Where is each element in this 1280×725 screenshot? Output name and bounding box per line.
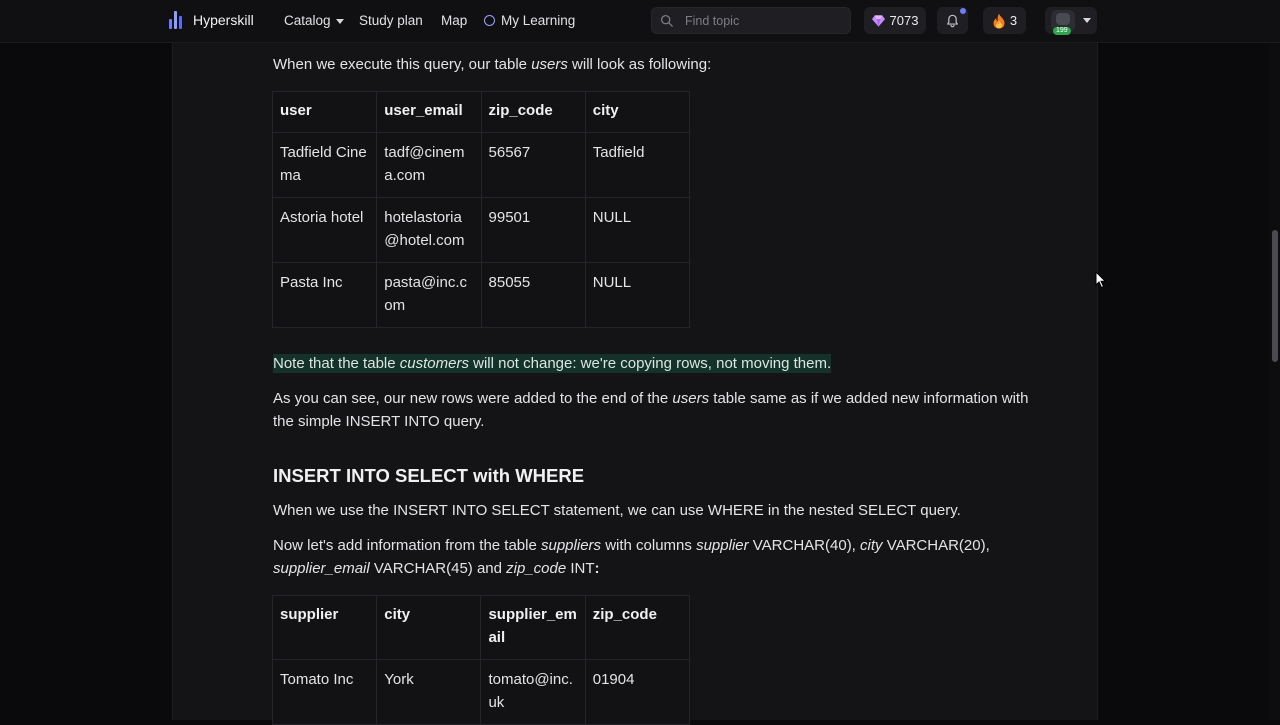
table-header: zip_code	[584, 595, 691, 660]
table-cell: 85055	[480, 262, 586, 328]
chevron-down-icon	[1083, 18, 1091, 23]
added-rows-paragraph: As you can see, our new rows were added …	[273, 387, 1033, 433]
table-row: Tadfield Cinema tadf@cinema.com 56567 Ta…	[271, 132, 691, 198]
gems-count: 7073	[889, 13, 919, 28]
inline-term: city	[860, 537, 883, 554]
nav-map[interactable]: Map	[441, 13, 467, 28]
table-cell: York	[376, 659, 482, 725]
section-heading: INSERT INTO SELECT with WHERE	[273, 465, 585, 486]
avatar-icon: 199	[1051, 9, 1075, 35]
inline-term: zip_code	[506, 560, 567, 577]
intro-table-name: users	[531, 56, 568, 73]
paragraph-table-name: users	[672, 390, 710, 407]
table-header: user_email	[376, 91, 482, 133]
streak-counter[interactable]: 3	[983, 7, 1026, 34]
intro-text: When we execute this query, our table	[273, 56, 532, 73]
nav-my-learning[interactable]: My Learning	[484, 13, 575, 28]
table-cell: Pasta Inc	[271, 262, 378, 328]
paragraph-text: VARCHAR(40),	[748, 537, 861, 554]
profile-menu[interactable]: 199	[1045, 7, 1097, 35]
table-cell: 01904	[584, 659, 691, 725]
table-cell: NULL	[584, 197, 691, 263]
nav-catalog[interactable]: Catalog	[284, 13, 344, 28]
table-header: supplier	[271, 595, 378, 660]
paragraph-text: with columns	[601, 537, 697, 554]
fire-icon	[993, 13, 1005, 28]
search-icon	[660, 14, 673, 27]
paragraph-text: INT	[566, 560, 595, 577]
nav-study-plan[interactable]: Study plan	[359, 13, 423, 28]
paragraph-text: VARCHAR(45) and	[369, 560, 507, 577]
scrollbar-thumb[interactable]	[1272, 230, 1278, 362]
table-cell: Astoria hotel	[271, 197, 378, 263]
table-header: zip_code	[480, 91, 586, 133]
table-row: Pasta Inc pasta@inc.com 85055 NULL	[271, 262, 691, 328]
table-cell: NULL	[584, 262, 691, 328]
table-cell: pasta@inc.com	[376, 262, 482, 328]
where-paragraph: When we use the INSERT INTO SELECT state…	[273, 502, 961, 519]
note-text: Note that the table	[273, 355, 400, 372]
table-cell: tadf@cinema.com	[376, 132, 482, 198]
note-paragraph: Note that the table customers will not c…	[273, 352, 1033, 375]
table-cell: hotelastoria@hotel.com	[376, 197, 482, 263]
table-row: Astoria hotel hotelastoria@hotel.com 995…	[271, 197, 691, 263]
nav-my-learning-label: My Learning	[501, 13, 576, 28]
note-text-end: will not change: we're copying rows, not…	[468, 355, 832, 372]
table-row: Tomato Inc York tomato@inc.uk 01904	[271, 659, 691, 725]
nav-catalog-label: Catalog	[284, 13, 331, 28]
note-table-name: customers	[399, 355, 469, 372]
inline-term: supplier	[696, 537, 749, 554]
streak-count: 3	[1009, 13, 1018, 28]
progress-ring-icon	[484, 15, 495, 26]
paragraph-text: As you can see, our new rows were added …	[273, 390, 673, 407]
gems-counter[interactable]: 7073	[864, 7, 926, 34]
brand-name: Hyperskill	[193, 12, 254, 28]
table-cell: tomato@inc.uk	[480, 659, 586, 725]
mouse-cursor-icon	[1095, 271, 1107, 289]
page-scrollbar[interactable]	[1270, 42, 1280, 720]
suppliers-paragraph: Now let's add information from the table…	[273, 534, 1033, 580]
level-badge: 199	[1053, 26, 1071, 35]
notifications-button[interactable]	[937, 7, 968, 34]
table-header: user	[271, 91, 378, 133]
paragraph-text: Now let's add information from the table	[273, 537, 541, 554]
table-header-row: supplier city supplier_email zip_code	[271, 595, 691, 660]
table-cell: 56567	[480, 132, 586, 198]
search-input[interactable]	[683, 12, 847, 29]
highlighted-note: Note that the table customers will not c…	[273, 354, 832, 373]
inline-term: suppliers	[541, 537, 602, 554]
table-header: city	[376, 595, 482, 660]
gem-icon	[871, 14, 885, 27]
paragraph-text: VARCHAR(20),	[882, 537, 990, 554]
table-header-row: user user_email zip_code city	[271, 91, 691, 133]
suppliers-table: supplier city supplier_email zip_code To…	[271, 595, 691, 725]
table-cell: Tomato Inc	[271, 659, 378, 725]
table-header: supplier_email	[480, 595, 586, 660]
table-cell: 99501	[480, 197, 586, 263]
brand-logo[interactable]: Hyperskill	[169, 11, 254, 29]
top-navigation: Hyperskill Catalog Study plan Map My Lea…	[0, 0, 1280, 43]
chevron-down-icon	[335, 18, 344, 24]
table-cell: Tadfield	[584, 132, 691, 198]
inline-term: supplier_email	[273, 560, 370, 577]
logo-icon	[169, 11, 185, 29]
intro-paragraph: When we execute this query, our table us…	[273, 53, 1033, 76]
notification-dot	[960, 8, 966, 14]
bell-icon	[947, 14, 958, 27]
users-table: user user_email zip_code city Tadfield C…	[271, 91, 691, 328]
table-header: city	[584, 91, 691, 133]
table-cell: Tadfield Cinema	[271, 132, 378, 198]
paragraph-punctuation: :	[594, 560, 600, 577]
theory-content: When we execute this query, our table us…	[172, 42, 1098, 725]
intro-text-end: will look as following:	[567, 56, 712, 73]
search-box[interactable]	[651, 7, 851, 34]
